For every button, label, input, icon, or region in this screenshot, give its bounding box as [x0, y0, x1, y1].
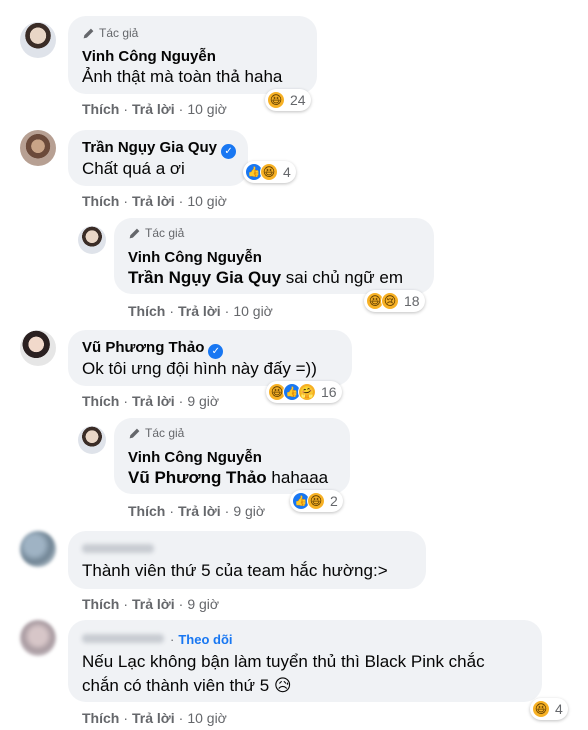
- comment-author[interactable]: [82, 541, 154, 558]
- pencil-icon: [129, 428, 140, 438]
- reaction-summary[interactable]: 👍 😆 2: [290, 490, 343, 512]
- pencil-icon: [83, 28, 94, 38]
- verified-badge-icon: ✓: [208, 344, 224, 359]
- comment-time[interactable]: 10 giờ: [233, 303, 273, 319]
- comment-text: Trần Ngụy Gia Quy sai chủ ngữ em: [128, 268, 403, 287]
- comment-text: Ok tôi ưng đội hình này đấy =)): [82, 359, 317, 378]
- comment-time[interactable]: 10 giờ: [187, 193, 227, 209]
- reply-button[interactable]: Trả lời: [132, 596, 175, 612]
- comment-author[interactable]: Vinh Công Nguyễn: [128, 249, 262, 266]
- like-button[interactable]: Thích: [82, 101, 119, 117]
- blurred-author-name: [82, 634, 164, 643]
- comment-time[interactable]: 9 giờ: [187, 596, 219, 612]
- verified-badge-icon: ✓: [221, 144, 237, 159]
- comment-author[interactable]: Vinh Công Nguyễn: [82, 48, 216, 65]
- reply-button[interactable]: Trả lời: [132, 101, 175, 117]
- like-button[interactable]: Thích: [128, 503, 165, 519]
- reply-button[interactable]: Trả lời: [132, 193, 175, 209]
- comment-actions: Thích · Trả lời · 9 giờ: [128, 503, 266, 519]
- like-button[interactable]: Thích: [82, 393, 119, 409]
- comment-actions: Thích · Trả lời · 10 giờ: [82, 101, 227, 117]
- reaction-summary[interactable]: 😆 😢 18: [364, 290, 425, 312]
- haha-icon: 😆: [260, 163, 278, 181]
- mention-link[interactable]: Vũ Phương Thảo: [128, 468, 267, 487]
- avatar[interactable]: [78, 226, 106, 254]
- avatar[interactable]: [20, 620, 56, 656]
- reaction-summary[interactable]: 😆 4: [530, 698, 568, 720]
- comment-time[interactable]: 10 giờ: [187, 710, 227, 726]
- comment-time[interactable]: 9 giờ: [233, 503, 265, 519]
- haha-icon: 😆: [267, 91, 285, 109]
- reaction-summary[interactable]: 👍 😆 4: [243, 161, 296, 183]
- comment-text: Vũ Phương Thảo hahaaa: [128, 468, 329, 487]
- comment-time[interactable]: 9 giờ: [187, 393, 219, 409]
- like-button[interactable]: Thích: [82, 193, 119, 209]
- author-badge: Tác giả: [128, 426, 184, 440]
- comment-time[interactable]: 10 giờ: [187, 101, 227, 117]
- avatar[interactable]: [20, 130, 56, 166]
- comment-text: Chất quá a ơi: [82, 159, 185, 178]
- avatar[interactable]: [20, 330, 56, 366]
- mention-link[interactable]: Trần Ngụy Gia Quy: [128, 268, 281, 287]
- comment-actions: Thích · Trả lời · 10 giờ: [82, 710, 227, 726]
- comment-actions: Thích · Trả lời · 9 giờ: [82, 393, 220, 409]
- comment-text: Thành viên thứ 5 của team hắc hường:>: [82, 561, 388, 580]
- comment-text: Nếu Lạc không bận làm tuyển thủ thì Blac…: [82, 652, 485, 671]
- reply-button[interactable]: Trả lời: [132, 710, 175, 726]
- author-badge: Tác giả: [128, 226, 184, 240]
- comment-author[interactable]: · Theo dõi: [82, 631, 233, 648]
- reply-button[interactable]: Trả lời: [178, 503, 221, 519]
- reply-button[interactable]: Trả lời: [132, 393, 175, 409]
- like-button[interactable]: Thích: [82, 596, 119, 612]
- follow-button[interactable]: Theo dõi: [178, 632, 232, 647]
- like-button[interactable]: Thích: [82, 710, 119, 726]
- comment-actions: Thích · Trả lời · 10 giờ: [82, 193, 227, 209]
- avatar[interactable]: [20, 531, 56, 567]
- avatar[interactable]: [20, 22, 56, 58]
- comment-actions: Thích · Trả lời · 9 giờ: [82, 596, 220, 612]
- reply-button[interactable]: Trả lời: [178, 303, 221, 319]
- haha-icon: 😆: [307, 492, 325, 510]
- sad-icon: 😢: [381, 292, 399, 310]
- comment-text: Ảnh thật mà toàn thả haha: [82, 67, 283, 86]
- comment-text: chắn có thành viên thứ 5 😥: [82, 676, 292, 695]
- care-icon: 🤗: [298, 383, 316, 401]
- reaction-summary[interactable]: 😆 👍 🤗 16: [266, 381, 342, 403]
- author-badge: Tác giả: [82, 26, 138, 40]
- comment-author[interactable]: Vinh Công Nguyễn: [128, 449, 262, 466]
- blurred-author-name: [82, 544, 154, 553]
- reaction-summary[interactable]: 😆 24: [265, 89, 311, 111]
- comment-actions: Thích · Trả lời · 10 giờ: [128, 303, 273, 319]
- comment-author[interactable]: Trần Ngụy Gia Quy ✓: [82, 139, 237, 159]
- haha-icon: 😆: [532, 700, 550, 718]
- comment-author[interactable]: Vũ Phương Thảo ✓: [82, 339, 224, 359]
- avatar[interactable]: [78, 426, 106, 454]
- like-button[interactable]: Thích: [128, 303, 165, 319]
- pencil-icon: [129, 228, 140, 238]
